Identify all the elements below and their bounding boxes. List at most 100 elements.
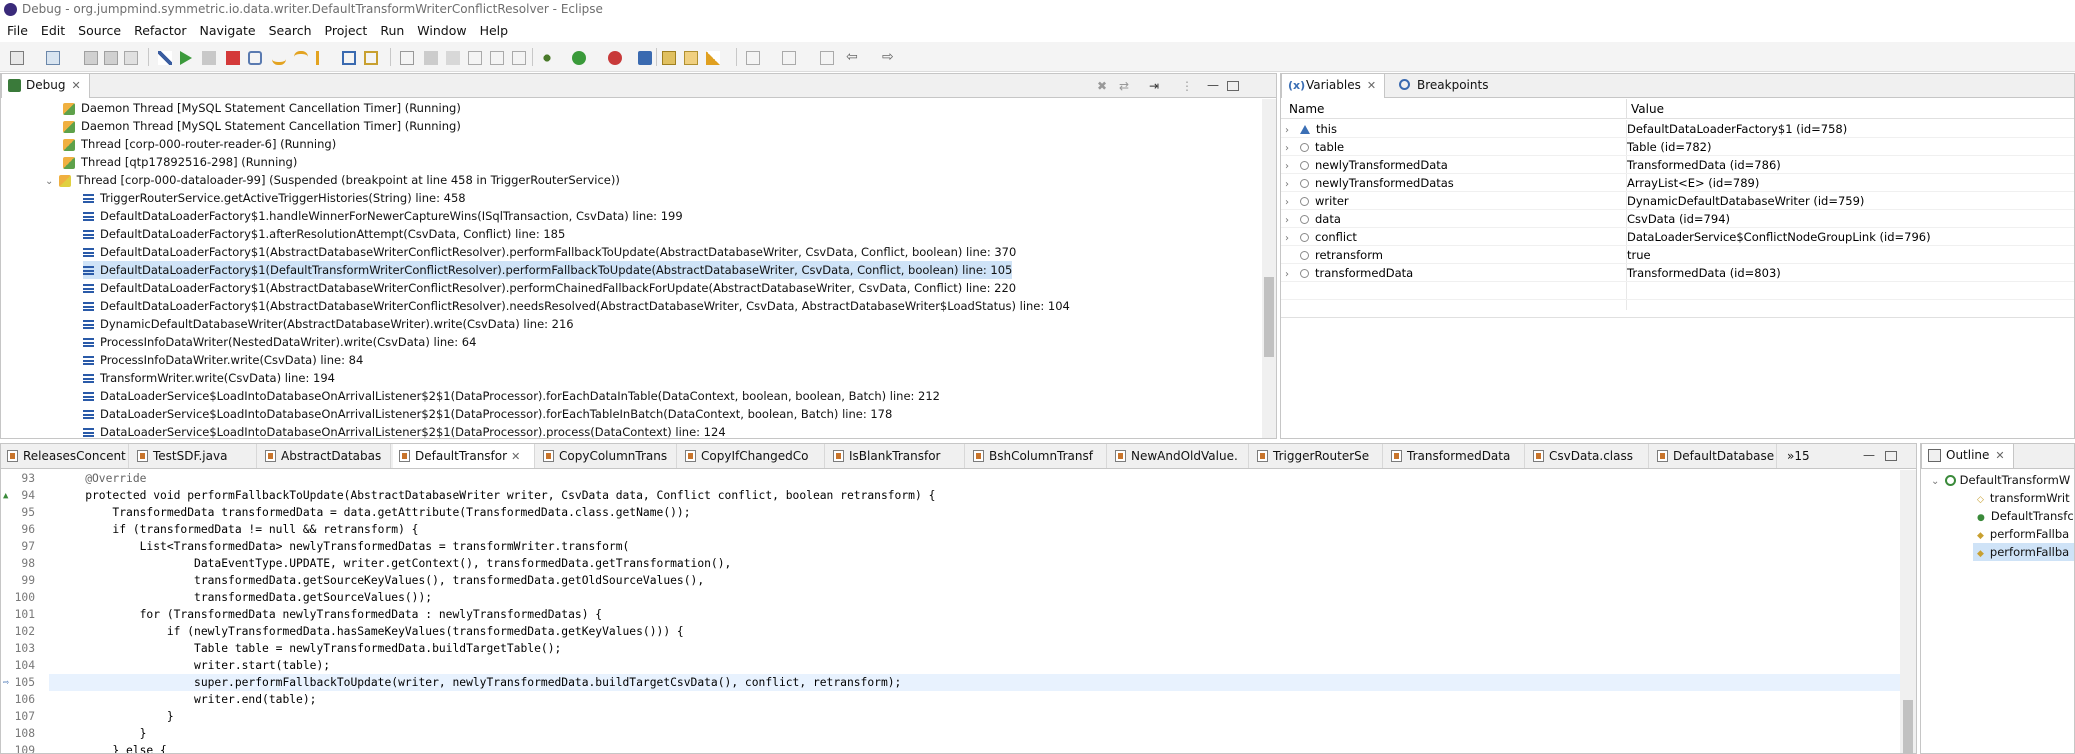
scrollbar-thumb[interactable] (1903, 700, 1913, 754)
outline-member-row[interactable]: ◆ performFallba (1977, 525, 2069, 543)
scrollbar-thumb[interactable] (1264, 277, 1274, 357)
print-icon[interactable] (124, 51, 138, 65)
resume-icon[interactable] (180, 51, 192, 65)
editor-tab-active[interactable]: DefaultTransfor ✕ (393, 444, 535, 468)
editor-tab[interactable]: CopyIfChangedCo (679, 444, 825, 468)
stack-frame-row[interactable]: DataLoaderService$LoadIntoDatabaseOnArri… (83, 405, 892, 423)
tab-breakpoints[interactable]: Breakpoints (1393, 74, 1496, 98)
variable-row[interactable]: › data CsvData (id=794) (1281, 210, 2074, 228)
outline-member-row[interactable]: ● DefaultTransfc (1977, 507, 2074, 525)
stack-frame-row[interactable]: DataLoaderService$LoadIntoDatabaseOnArri… (83, 423, 726, 438)
tree-thread-row[interactable]: Daemon Thread [MySQL Statement Cancellat… (63, 99, 461, 117)
outline-member-row-selected[interactable]: ◆ performFallba (1973, 543, 2074, 561)
stack-frame-row-selected[interactable]: DefaultDataLoaderFactory$1(DefaultTransf… (83, 261, 1013, 279)
stack-frame-row[interactable]: DefaultDataLoaderFactory$1.afterResoluti… (83, 225, 565, 243)
editor-tab[interactable]: DefaultDatabase (1651, 444, 1777, 468)
close-icon[interactable]: ✕ (1367, 79, 1376, 92)
collapse-chevron-icon[interactable]: ⌄ (45, 173, 55, 191)
last-edit-location-icon[interactable] (820, 51, 834, 65)
editor-tab[interactable]: AbstractDatabas (259, 444, 391, 468)
stack-frame-row[interactable]: DataLoaderService$LoadIntoDatabaseOnArri… (83, 387, 940, 405)
more-tabs-button[interactable]: »15 (1779, 444, 1823, 468)
menu-help[interactable]: Help (473, 20, 515, 38)
debug-run-icon[interactable] (540, 51, 554, 65)
close-icon[interactable]: ✕ (1995, 449, 2004, 462)
display-icon[interactable] (446, 51, 460, 65)
save-all-icon[interactable] (104, 51, 118, 65)
watch-icon[interactable] (424, 51, 438, 65)
maximize-view-icon[interactable] (1227, 81, 1239, 91)
menu-run[interactable]: Run (373, 20, 410, 38)
menu-edit[interactable]: Edit (34, 20, 71, 38)
editor-tab[interactable]: IsBlankTransfor (827, 444, 965, 468)
collapse-chevron-icon[interactable]: ⌄ (1931, 473, 1941, 491)
open-folder-icon[interactable] (684, 51, 698, 65)
inspect-icon[interactable] (468, 51, 482, 65)
search-icon[interactable] (706, 51, 720, 65)
coverage-icon[interactable] (638, 51, 652, 65)
menu-navigate[interactable]: Navigate (193, 20, 262, 38)
new-icon[interactable] (10, 51, 24, 65)
close-icon[interactable]: ✕ (71, 79, 80, 92)
menu-source[interactable]: Source (71, 20, 127, 38)
tree-thread-suspended-row[interactable]: ⌄ Thread [corp-000-dataloader-99] (Suspe… (45, 171, 620, 189)
editor-tab[interactable]: TriggerRouterSe (1251, 444, 1383, 468)
run-icon[interactable] (572, 51, 586, 65)
skip-breakpoints-icon[interactable] (158, 51, 172, 65)
step-over-icon[interactable] (294, 51, 308, 65)
previous-annotation-icon[interactable] (782, 51, 796, 65)
menu-search[interactable]: Search (262, 20, 318, 38)
editor-tab[interactable]: NewAndOldValue. (1109, 444, 1249, 468)
column-name-header[interactable]: Name (1289, 102, 1324, 116)
stack-frame-row[interactable]: ProcessInfoDataWriter(NestedDataWriter).… (83, 333, 476, 351)
terminate-icon[interactable] (226, 51, 240, 65)
new-project-icon[interactable] (46, 51, 60, 65)
variable-row[interactable]: › table Table (id=782) (1281, 138, 2074, 156)
debug-vertical-scrollbar[interactable] (1262, 99, 1276, 438)
menu-project[interactable]: Project (318, 20, 374, 38)
editor-tab[interactable]: CsvData.class (1527, 444, 1649, 468)
minimize-view-icon[interactable]: — (1207, 78, 1221, 92)
variable-row[interactable]: › newlyTransformedData TransformedData (id… (1281, 156, 2074, 174)
close-icon[interactable]: ✕ (511, 450, 520, 463)
tab-debug[interactable]: Debug ✕ (1, 74, 90, 98)
editor-vertical-scrollbar[interactable] (1900, 470, 1916, 754)
tree-thread-row[interactable]: Daemon Thread [MySQL Statement Cancellat… (63, 117, 461, 135)
run-to-line-icon[interactable] (512, 51, 526, 65)
save-icon[interactable] (84, 51, 98, 65)
menu-window[interactable]: Window (410, 20, 472, 38)
forward-icon[interactable]: ⇨ (882, 50, 896, 65)
outline-class-row[interactable]: ⌄ DefaultTransformW (1931, 471, 2070, 489)
next-annotation-icon[interactable] (746, 51, 760, 65)
editor-tab[interactable]: TransformedData (1385, 444, 1525, 468)
minimize-editor-icon[interactable]: — (1863, 448, 1877, 462)
variable-row[interactable]: › conflict DataLoaderService$ConflictNodeG… (1281, 228, 2074, 246)
variable-row[interactable]: › writer DynamicDefaultDatabaseWriter (id=… (1281, 192, 2074, 210)
remove-all-terminated-icon[interactable]: ⇄ (1119, 79, 1133, 93)
editor-tab[interactable]: TestSDF.java (131, 444, 257, 468)
external-tools-icon[interactable] (608, 51, 622, 65)
suspend-icon[interactable] (202, 51, 216, 65)
editor-tab[interactable]: BshColumnTransf (967, 444, 1107, 468)
column-value-header[interactable]: Value (1631, 102, 1664, 116)
stack-frame-row[interactable]: ProcessInfoDataWriter.write(CsvData) lin… (83, 351, 363, 369)
outline-member-row[interactable]: ◇ transformWrit (1977, 489, 2070, 507)
drop-to-frame-icon[interactable] (342, 51, 356, 65)
open-type-icon[interactable] (662, 51, 676, 65)
stack-frame-row[interactable]: DefaultDataLoaderFactory$1.handleWinnerF… (83, 207, 683, 225)
disconnect-icon[interactable] (248, 51, 262, 65)
step-into-icon[interactable] (272, 51, 286, 65)
menu-refactor[interactable]: Refactor (127, 20, 192, 38)
toggle-breakpoint-icon[interactable] (400, 51, 414, 65)
stack-frame-row[interactable]: DefaultDataLoaderFactory$1(AbstractDatab… (83, 297, 1070, 315)
editor-tab[interactable]: ReleasesConcent (1, 444, 129, 468)
stack-frame-row[interactable]: TransformWriter.write(CsvData) line: 194 (83, 369, 335, 387)
stack-frame-row[interactable]: DynamicDefaultDatabaseWriter(AbstractDat… (83, 315, 574, 333)
variable-row[interactable]: › transformedData TransformedData (id=803) (1281, 264, 2074, 282)
use-step-filters-icon[interactable] (364, 51, 378, 65)
editor-tab[interactable]: CopyColumnTrans (537, 444, 677, 468)
stack-frame-row[interactable]: TriggerRouterService.getActiveTriggerHis… (83, 189, 466, 207)
tab-outline[interactable]: Outline ✕ (1921, 444, 2014, 468)
execute-icon[interactable] (490, 51, 504, 65)
variable-row[interactable]: › newlyTransformedDatas ArrayList<E> (id=7… (1281, 174, 2074, 192)
